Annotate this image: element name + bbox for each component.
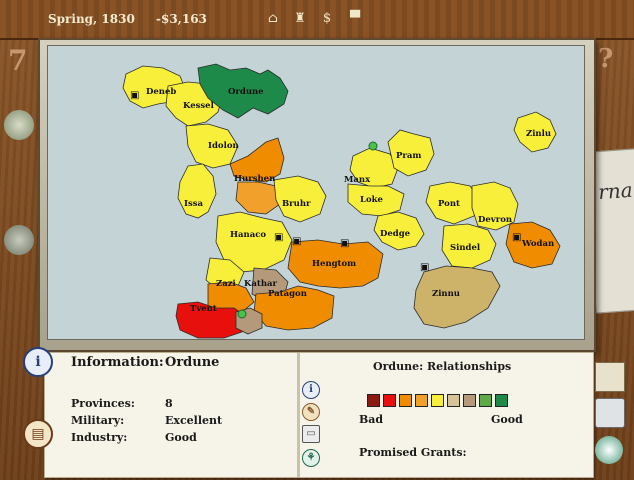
relation-swatch-2 (383, 394, 396, 407)
panel-divider (297, 353, 300, 477)
capital-icon: ▣ (340, 238, 349, 249)
diplomacy-icon[interactable]: ⚘ (302, 449, 320, 467)
industry-value: Good (165, 431, 197, 444)
top-hat-icon[interactable]: ▀ (348, 11, 362, 27)
label-wodan: Wodan (521, 239, 554, 249)
lens-icon[interactable] (4, 225, 34, 255)
treasury-amount: -$3,163 (156, 12, 207, 26)
ledger-icon[interactable]: ▭ (302, 425, 320, 443)
label-hurshen: Hurshen (234, 174, 275, 184)
factory-icon[interactable]: ♜ (293, 11, 307, 27)
label-hanaco: Hanaco (230, 230, 266, 240)
capital-icon: ▣ (420, 262, 429, 273)
label-pram: Pram (396, 151, 421, 161)
provinces-label: Provinces: (71, 397, 135, 410)
label-zazi: Zazi (216, 279, 237, 289)
label-loke: Loke (360, 195, 384, 205)
bad-label: Bad (359, 413, 384, 426)
label-ordune: Ordune (228, 87, 264, 97)
document-icon[interactable]: ▤ (23, 419, 53, 449)
info-icon[interactable]: i (23, 347, 53, 377)
globe-icon[interactable] (4, 110, 34, 140)
industry-label: Industry: (71, 431, 128, 444)
province-issa (177, 163, 217, 219)
capital-icon: ▣ (512, 232, 521, 243)
capital-icon: ▣ (274, 232, 283, 243)
label-devron: Devron (478, 215, 512, 225)
good-label: Good (491, 413, 523, 426)
provinces-value: 8 (165, 397, 173, 410)
scroll-button-icon[interactable] (595, 362, 625, 392)
label-manx: Manx (344, 175, 371, 185)
label-kessel: Kessel (183, 101, 215, 111)
label-pont: Pont (438, 199, 460, 209)
top-status-bar: Spring, 1830 -$3,163 ⌂ ♜ $ ▀ (0, 0, 634, 40)
ledger-button-icon[interactable] (595, 398, 625, 428)
corner-ornament-icon: 7 (8, 44, 28, 77)
label-kathar: Kathar (244, 279, 278, 289)
grant-icon (368, 141, 378, 151)
relationships-title: Ordune: Relationships (373, 360, 512, 373)
relation-swatch-9 (495, 394, 508, 407)
relation-swatch-6 (447, 394, 460, 407)
province-hurshen-south (235, 181, 281, 215)
label-tvent: Tvent (190, 304, 217, 314)
season-date: Spring, 1830 (48, 12, 135, 26)
info-title-value: Ordune (165, 355, 220, 370)
info-panel: i ▤ Information: Ordune Provinces: 8 Mil… (23, 347, 594, 478)
grant-icon (237, 309, 247, 319)
military-value: Excellent (165, 414, 223, 427)
info-title-label: Information: (71, 355, 164, 370)
world-map[interactable]: Deneb Kessel Ordune Idolon Zinlu Pram Hu… (47, 45, 585, 340)
capital-icon: ▣ (130, 90, 139, 101)
dollar-icon[interactable]: $ (320, 11, 334, 27)
label-issa: Issa (184, 199, 204, 209)
label-hengtom: Hengtom (312, 259, 356, 269)
info-small-icon[interactable]: i (302, 381, 320, 399)
label-sindel: Sindel (450, 243, 481, 253)
label-patagon: Patagon (268, 289, 307, 299)
label-deneb: Deneb (146, 87, 176, 97)
diplomacy-button-icon[interactable] (595, 436, 623, 464)
relation-swatch-3 (399, 394, 412, 407)
label-bruhr: Bruhr (282, 199, 311, 209)
label-zinnu: Zinnu (432, 289, 460, 299)
relation-swatch-5 (431, 394, 444, 407)
map-svg: Deneb Kessel Ordune Idolon Zinlu Pram Hu… (122, 63, 561, 339)
relation-swatch-1 (367, 394, 380, 407)
relation-swatch-4 (415, 394, 428, 407)
military-label: Military: (71, 414, 125, 427)
label-idolon: Idolon (208, 141, 239, 151)
scroll-icon[interactable]: ✎ (302, 403, 320, 421)
label-dedge: Dedge (380, 229, 411, 239)
help-icon[interactable]: ? (598, 44, 613, 74)
capital-icon: ▣ (292, 236, 301, 247)
promised-grants-label: Promised Grants: (359, 446, 467, 459)
relation-swatch-7 (463, 394, 476, 407)
label-zinlu: Zinlu (526, 129, 551, 139)
relation-swatch-8 (479, 394, 492, 407)
building-icon[interactable]: ⌂ (266, 11, 280, 27)
